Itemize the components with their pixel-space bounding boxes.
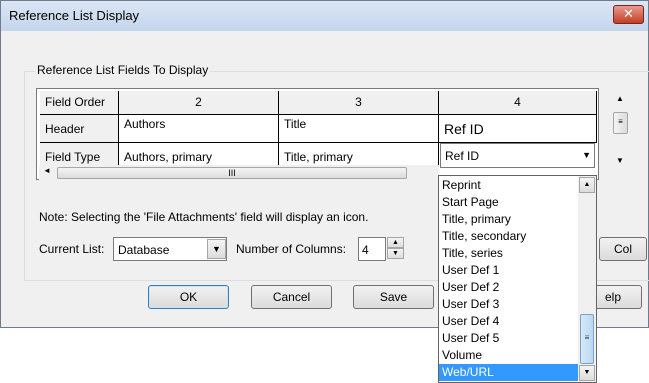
current-list-label: Current List: (39, 242, 105, 256)
dropdown-list-item[interactable]: Web/URL (439, 364, 580, 381)
scroll-left-icon[interactable]: ◄ (43, 166, 51, 175)
number-of-columns-label: Number of Columns: (236, 242, 347, 256)
scroll-up-icon[interactable]: ▲ (579, 177, 595, 193)
number-of-columns-input[interactable]: 4 (358, 237, 386, 261)
horizontal-scroll-thumb[interactable]: III (57, 167, 407, 179)
row-header-field-order: Field Order (40, 91, 119, 115)
header-cell-authors[interactable]: Authors (119, 115, 279, 143)
header-cell-refid[interactable]: Ref ID (439, 115, 597, 143)
dropdown-list-item[interactable]: Title, series (439, 245, 580, 262)
group-label: Reference List Fields To Display (35, 63, 211, 77)
dropdown-list-scrollbar[interactable]: ▲ ≡ ▼ (578, 176, 596, 382)
chevron-down-icon[interactable]: ▼ (207, 239, 226, 259)
field-type-dropdown[interactable]: Ref ID ▼ (440, 143, 595, 168)
grid-horizontal-scrollbar[interactable]: ◄ III (39, 165, 439, 181)
save-button[interactable]: Save (353, 285, 434, 309)
scroll-up-icon[interactable]: ▲ (616, 94, 624, 103)
field-order-col-4[interactable]: 4 (439, 91, 597, 115)
number-of-columns-spinner[interactable]: ▲ ▼ (387, 237, 404, 261)
row-header-header: Header (40, 115, 119, 143)
field-type-dropdown-value: Ref ID (445, 149, 480, 163)
dropdown-list-item[interactable]: Start Page (439, 194, 580, 211)
dropdown-list-item[interactable]: Title, secondary (439, 228, 580, 245)
field-order-col-2[interactable]: 2 (119, 91, 279, 115)
spin-down-icon[interactable]: ▼ (387, 248, 404, 259)
cancel-button[interactable]: Cancel (251, 285, 332, 309)
dropdown-list-item[interactable]: Volume (439, 347, 580, 364)
field-order-col-3[interactable]: 3 (279, 91, 439, 115)
chevron-down-icon[interactable]: ▼ (582, 150, 591, 160)
close-button[interactable]: ✕ (613, 5, 644, 24)
current-list-value: Database (118, 243, 170, 257)
dropdown-list-item[interactable]: User Def 1 (439, 262, 580, 279)
grid-vertical-scrollbar[interactable]: ▲ ≡ ▼ (612, 90, 629, 176)
dropdown-list-item[interactable]: User Def 2 (439, 279, 580, 296)
current-list-select[interactable]: Database ▼ (113, 237, 227, 261)
header-cell-title[interactable]: Title (279, 115, 439, 143)
dropdown-list-item[interactable]: User Def 3 (439, 296, 580, 313)
ok-button[interactable]: OK (148, 285, 229, 309)
dropdown-list-item[interactable]: Reprint (439, 177, 580, 194)
title-bar[interactable]: Reference List Display ✕ (1, 1, 648, 31)
spin-up-icon[interactable]: ▲ (387, 237, 404, 248)
field-type-dropdown-list[interactable]: Reprint Start Page Title, primary Title, se… (438, 175, 597, 383)
dropdown-scroll-thumb[interactable]: ≡ (580, 314, 594, 364)
dropdown-list-item[interactable]: Title, primary (439, 211, 580, 228)
vertical-scroll-thumb[interactable]: ≡ (613, 112, 628, 134)
dropdown-list-item[interactable]: User Def 5 (439, 330, 580, 347)
number-of-columns-value: 4 (362, 243, 369, 257)
scroll-down-icon[interactable]: ▼ (616, 156, 624, 165)
scroll-down-icon[interactable]: ▼ (579, 365, 595, 381)
attachment-note: Note: Selecting the 'File Attachments' f… (39, 210, 369, 224)
dropdown-list-item[interactable]: User Def 4 (439, 313, 580, 330)
col-button[interactable]: Col (599, 237, 647, 261)
window-title: Reference List Display (9, 8, 140, 23)
